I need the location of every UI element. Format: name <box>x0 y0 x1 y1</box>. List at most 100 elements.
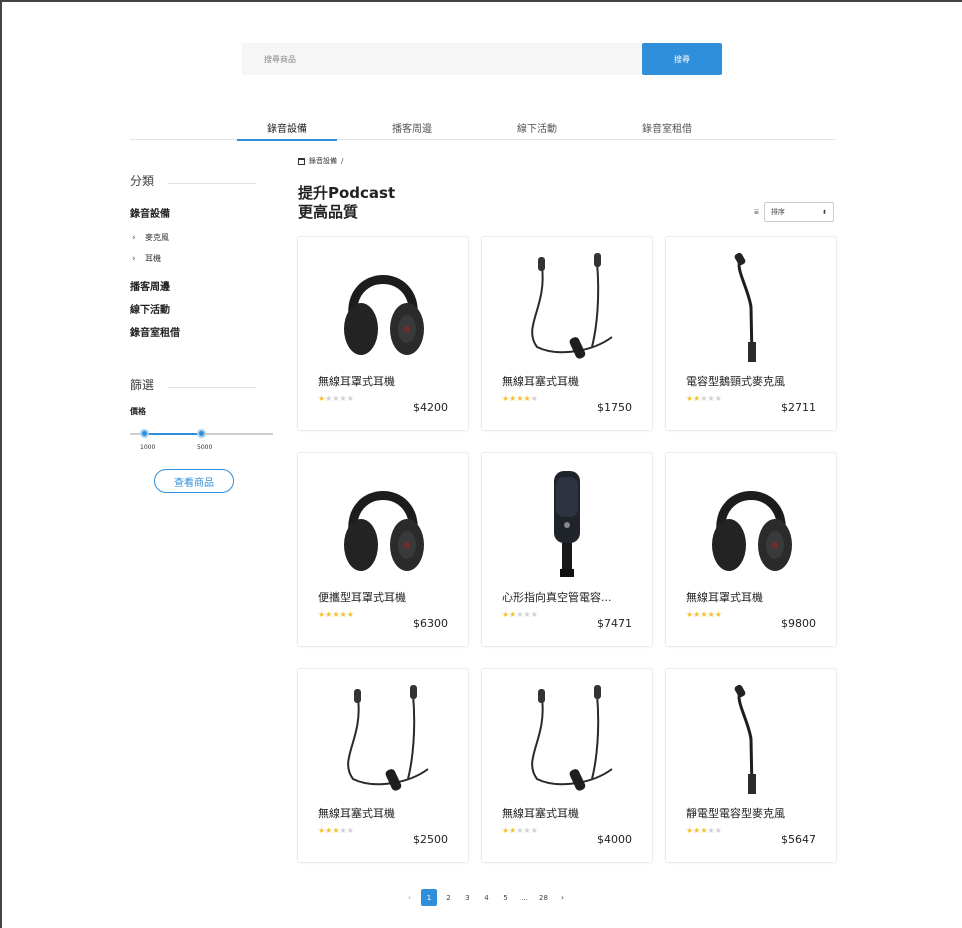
product-name[interactable]: 無線耳罩式耳機 <box>686 589 826 605</box>
product-price: $6300 <box>413 617 448 630</box>
sidebar-subitem-microphone[interactable]: › 麥克風 <box>132 232 169 243</box>
product-price: $4200 <box>413 401 448 414</box>
sidebar-item-recording-equipment[interactable]: 錄音設備 <box>130 205 170 220</box>
view-products-button[interactable]: 查看商品 <box>154 469 234 493</box>
product-name[interactable]: 無線耳塞式耳機 <box>318 805 458 821</box>
star-icon: ★ <box>346 826 354 835</box>
star-rating: ★★★★★ <box>686 394 722 403</box>
star-icon: ★ <box>530 610 538 619</box>
product-name[interactable]: 便攜型耳罩式耳機 <box>318 589 458 605</box>
product-name[interactable]: 無線耳罩式耳機 <box>318 373 458 389</box>
price-slider-min-handle[interactable] <box>140 429 149 438</box>
page-button[interactable]: 28 <box>534 889 553 906</box>
page-ellipsis: … <box>521 893 528 902</box>
product-name[interactable]: 電容型鵝頸式麥克風 <box>686 373 826 389</box>
sort-select[interactable]: 排序 ⬍ <box>763 202 834 222</box>
tab-podcast-merch[interactable]: 播客周邊 <box>362 120 462 140</box>
sort-label: 排序 <box>770 208 785 216</box>
star-icon: ★ <box>714 610 722 619</box>
product-card[interactable]: 無線耳罩式耳機 ★★★★★ $4200 <box>297 236 469 431</box>
product-card[interactable]: 電容型鵝頸式麥克風 ★★★★★ $2711 <box>665 236 837 431</box>
star-icon: ★ <box>523 826 531 835</box>
chevron-right-icon: › <box>132 253 136 264</box>
sidebar-item-offline-events[interactable]: 線下活動 <box>130 301 170 316</box>
star-icon: ★ <box>339 826 347 835</box>
product-price: $4000 <box>597 833 632 846</box>
price-min-value: 1000 <box>140 444 156 451</box>
product-card[interactable]: 便攜型耳罩式耳機 ★★★★★ $6300 <box>297 452 469 647</box>
product-name[interactable]: 靜電型電容型麥克風 <box>686 805 826 821</box>
price-label: 價格 <box>130 407 146 416</box>
page-button[interactable]: 2 <box>439 889 458 906</box>
star-icon: ★ <box>530 826 538 835</box>
product-price: $2500 <box>413 833 448 846</box>
page-button[interactable]: 5 <box>496 889 515 906</box>
studio-mic-icon <box>502 463 632 583</box>
pagination: ‹ 1 2 3 4 5 … 28 › <box>400 889 572 906</box>
price-max-value: 5000 <box>197 444 213 451</box>
star-icon: ★ <box>707 610 715 619</box>
search-button[interactable]: 搜尋 <box>642 43 722 75</box>
star-icon: ★ <box>332 610 340 619</box>
product-price: $5647 <box>781 833 816 846</box>
product-card[interactable]: 靜電型電容型麥克風 ★★★★★ $5647 <box>665 668 837 863</box>
page-button[interactable]: 3 <box>458 889 477 906</box>
earbuds-icon <box>318 679 448 799</box>
star-rating: ★★★★★ <box>318 394 354 403</box>
filter-icon: ⩸ <box>754 207 759 216</box>
star-icon: ★ <box>332 826 340 835</box>
next-page-button[interactable]: › <box>553 889 572 906</box>
tab-offline-events[interactable]: 線下活動 <box>487 120 587 140</box>
headphones-icon <box>318 247 448 367</box>
category-title: 分類 <box>130 174 155 188</box>
star-icon: ★ <box>346 394 354 403</box>
star-icon: ★ <box>523 610 531 619</box>
star-icon: ★ <box>707 394 715 403</box>
chevron-right-icon: › <box>132 232 136 243</box>
product-name[interactable]: 心形指向真空管電容... <box>502 589 642 605</box>
search-bar: 搜尋 <box>242 43 722 75</box>
sidebar-subitem-label: 麥克風 <box>145 233 169 242</box>
prev-page-button[interactable]: ‹ <box>400 889 419 906</box>
earbuds-icon <box>502 679 632 799</box>
product-card[interactable]: 無線耳罩式耳機 ★★★★★ $9800 <box>665 452 837 647</box>
sidebar-item-studio-rental[interactable]: 錄音室租借 <box>130 324 180 339</box>
home-icon[interactable] <box>298 157 305 165</box>
product-price: $7471 <box>597 617 632 630</box>
product-card[interactable]: 無線耳塞式耳機 ★★★★★ $4000 <box>481 668 653 863</box>
sidebar-subitem-label: 耳機 <box>145 254 161 263</box>
product-card[interactable]: 心形指向真空管電容... ★★★★★ $7471 <box>481 452 653 647</box>
star-rating: ★★★★★ <box>318 826 354 835</box>
breadcrumb-separator: / <box>341 157 344 165</box>
product-card[interactable]: 無線耳塞式耳機 ★★★★★ $2500 <box>297 668 469 863</box>
tab-recording-equipment[interactable]: 錄音設備 <box>237 120 337 141</box>
page-title-line: 提升Podcast <box>298 184 396 202</box>
star-icon: ★ <box>700 610 708 619</box>
product-name[interactable]: 無線耳塞式耳機 <box>502 805 642 821</box>
star-icon: ★ <box>523 394 531 403</box>
star-rating: ★★★★★ <box>686 610 722 619</box>
product-name[interactable]: 無線耳塞式耳機 <box>502 373 642 389</box>
product-price: $9800 <box>781 617 816 630</box>
gooseneck-mic-icon <box>686 679 816 799</box>
star-icon: ★ <box>700 394 708 403</box>
product-price: $1750 <box>597 401 632 414</box>
page-button[interactable]: 4 <box>477 889 496 906</box>
star-icon: ★ <box>339 610 347 619</box>
star-rating: ★★★★★ <box>502 394 538 403</box>
breadcrumb-current[interactable]: 錄音設備 <box>309 156 337 166</box>
sidebar-item-podcast-merch[interactable]: 播客周邊 <box>130 278 170 293</box>
page-title: 提升Podcast 更高品質 <box>298 184 395 222</box>
price-slider-max-handle[interactable] <box>197 429 206 438</box>
sort-control: ⩸ 排序 ⬍ <box>754 202 834 222</box>
star-icon: ★ <box>714 394 722 403</box>
page-button[interactable]: 1 <box>421 889 437 906</box>
headphones-icon <box>686 463 816 583</box>
tab-studio-rental[interactable]: 錄音室租借 <box>617 120 717 140</box>
search-input[interactable] <box>242 43 642 75</box>
star-icon: ★ <box>700 826 708 835</box>
sidebar-subitem-headphones[interactable]: › 耳機 <box>132 253 161 264</box>
product-card[interactable]: 無線耳塞式耳機 ★★★★★ $1750 <box>481 236 653 431</box>
star-icon: ★ <box>332 394 340 403</box>
filter-title: 篩選 <box>130 378 155 392</box>
